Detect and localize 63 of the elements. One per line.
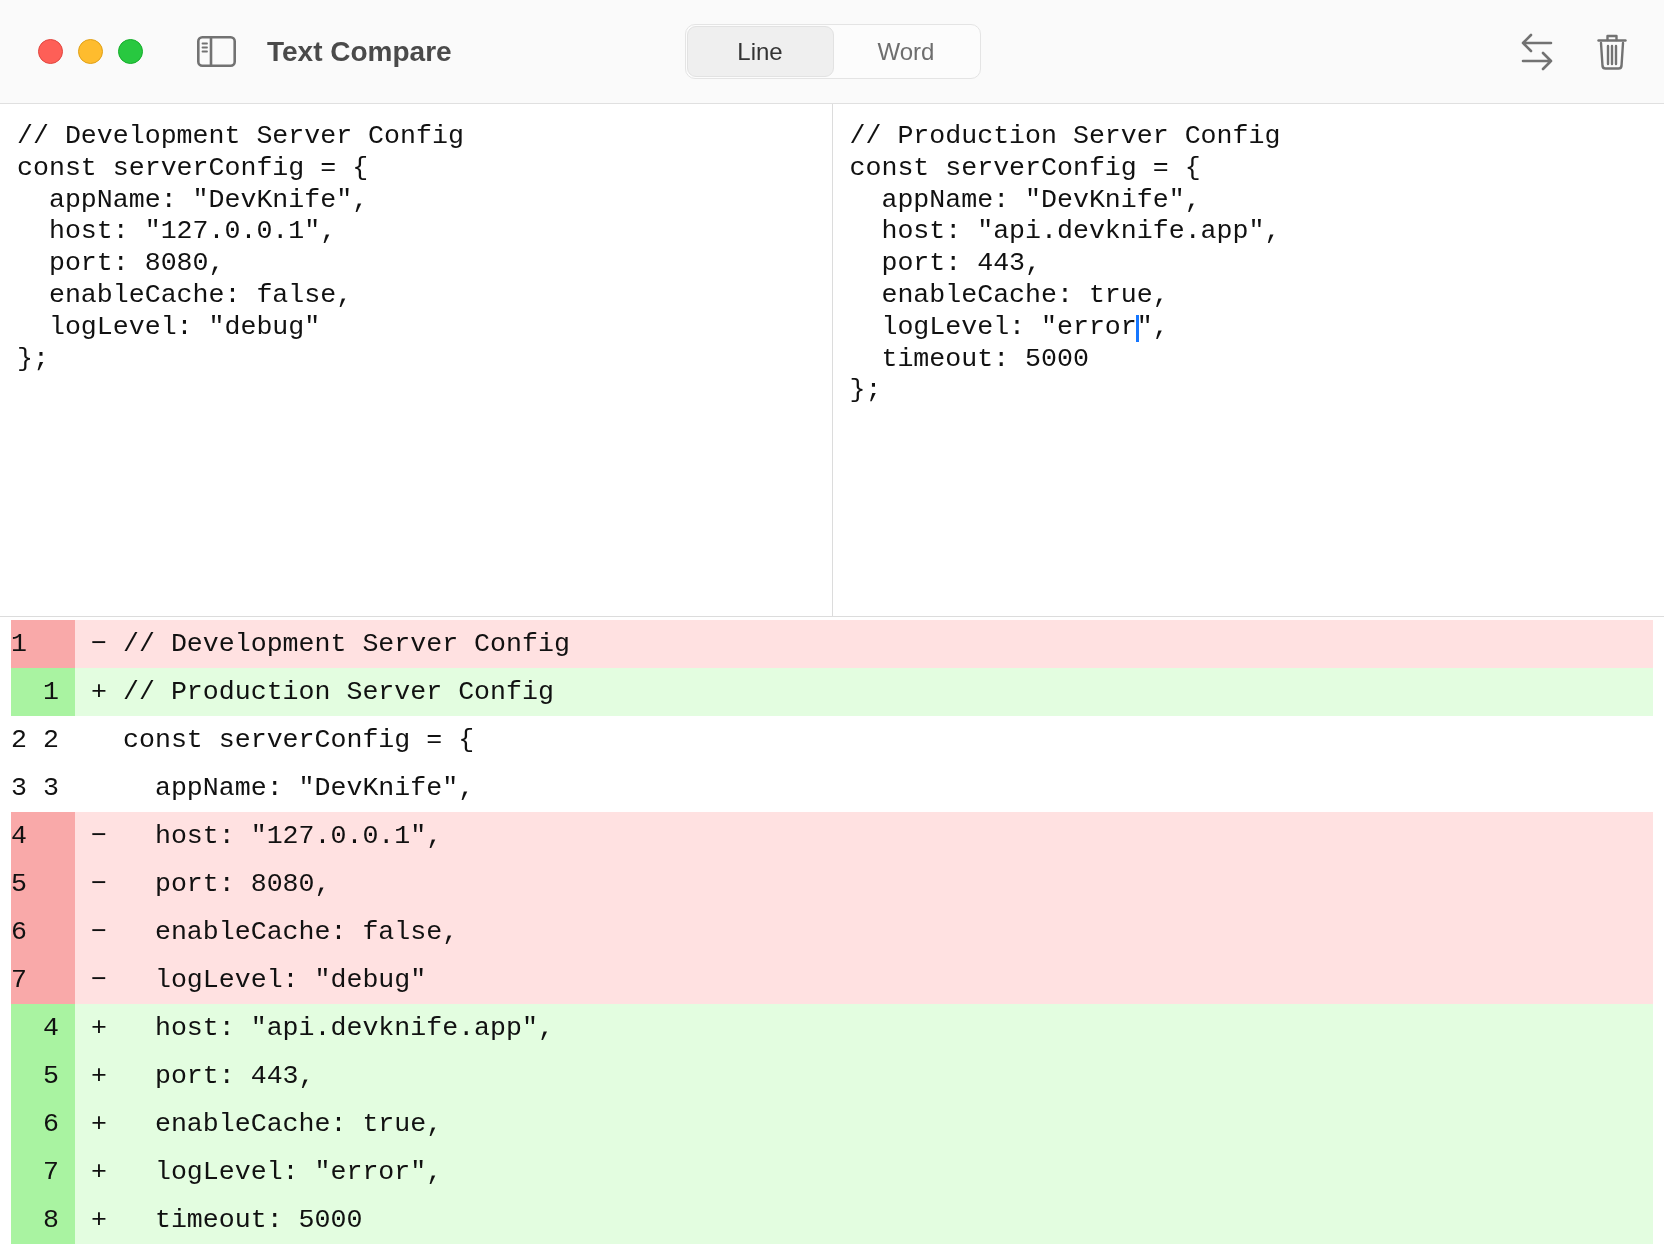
- line-number: 6: [11, 917, 27, 947]
- line-number: 6: [43, 1109, 59, 1139]
- diff-marker: +: [91, 1013, 107, 1043]
- line-number: 4: [43, 1013, 59, 1043]
- code-line: appName: "DevKnife",: [47, 184, 369, 215]
- window-title: Text Compare: [267, 35, 452, 68]
- code-line: timeout: 5000: [880, 343, 1089, 374]
- line-number: 1: [43, 677, 59, 707]
- code-line: enableCache: false,: [47, 280, 353, 310]
- diff-marker: +: [91, 1061, 107, 1091]
- code-line: enableCache: false,: [153, 917, 459, 947]
- code-line: };: [849, 375, 882, 406]
- code-line: // Production Server Config: [849, 121, 1281, 151]
- close-icon[interactable]: [38, 39, 63, 64]
- trash-icon[interactable]: [1597, 33, 1627, 70]
- diff-marker: +: [91, 1109, 107, 1139]
- mode-tab[interactable]: Line: [686, 26, 834, 77]
- line-number: 1: [11, 629, 27, 659]
- code-line: appName: "DevKnife",: [880, 184, 1201, 215]
- line-number: 2: [43, 725, 59, 755]
- line-number: 3: [11, 773, 27, 803]
- diff-marker: +: [91, 677, 107, 707]
- code-line: // Production Server Config: [123, 677, 554, 707]
- diff-marker: −: [91, 821, 107, 851]
- code-line: // Development Server Config: [123, 629, 570, 659]
- code-line: port: 443,: [880, 248, 1041, 279]
- sidebar-icon[interactable]: [197, 36, 236, 67]
- code-line: appName: "DevKnife",: [153, 773, 475, 803]
- code-line: port: 8080,: [47, 248, 225, 279]
- line-number: 5: [11, 869, 27, 899]
- code-line: logLevel: "debug": [47, 311, 321, 342]
- code-line: timeout: 5000: [153, 1205, 363, 1235]
- line-number: 5: [43, 1061, 59, 1091]
- code-line: // Development Server Config: [17, 121, 464, 151]
- code-line: logLevel: "error",: [153, 1157, 443, 1187]
- code-line: const serverConfig = {: [17, 152, 369, 183]
- code-line: enableCache: true,: [880, 280, 1169, 310]
- line-number: 4: [11, 821, 27, 851]
- code-line: enableCache: true,: [153, 1109, 443, 1139]
- diff-marker: −: [91, 965, 107, 995]
- code-line: logLevel: "debug": [153, 965, 427, 995]
- line-number: 7: [43, 1157, 59, 1187]
- diff-marker: −: [91, 917, 107, 947]
- diff-marker: −: [91, 629, 107, 659]
- code-line: host: "127.0.0.1",: [47, 216, 337, 247]
- diff-marker: +: [91, 1205, 107, 1235]
- code-line: };: [17, 343, 49, 374]
- code-line: host: "127.0.0.1",: [153, 821, 443, 851]
- code-line: host: "api.devknife.app",: [880, 216, 1281, 247]
- code-line: port: 8080,: [153, 869, 331, 899]
- zoom-icon[interactable]: [118, 39, 143, 64]
- diff-marker: +: [91, 1157, 107, 1187]
- code-line: const serverConfig = {: [123, 725, 475, 755]
- line-number: 2: [11, 725, 27, 755]
- line-number: 3: [43, 773, 59, 803]
- code-line: port: 443,: [153, 1061, 315, 1091]
- line-number: 7: [11, 965, 27, 995]
- diff-marker: −: [91, 869, 107, 899]
- swap-icon[interactable]: [1521, 32, 1553, 71]
- line-number: 8: [43, 1205, 59, 1235]
- code-line: const serverConfig = {: [849, 152, 1201, 183]
- code-line: host: "api.devknife.app",: [153, 1013, 554, 1043]
- mode-tab[interactable]: Word: [833, 26, 979, 77]
